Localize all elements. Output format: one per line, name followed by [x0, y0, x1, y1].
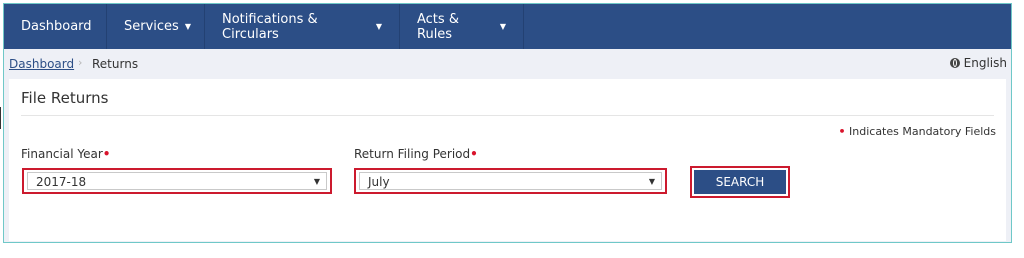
mandatory-note-text: Indicates Mandatory Fields — [849, 125, 996, 138]
breadcrumb-link-dashboard[interactable]: Dashboard — [9, 57, 74, 71]
nav-item-label: Services — [124, 19, 179, 34]
search-button[interactable]: SEARCH — [690, 166, 790, 198]
title-divider — [21, 115, 994, 116]
nav-item-label: Acts & Rules — [417, 11, 459, 42]
return-filing-period-select[interactable]: July ▼ — [354, 168, 667, 194]
nav-item-notifications-circulars[interactable]: Notifications & Circulars ▼ — [205, 4, 400, 49]
required-marker: • — [838, 125, 846, 138]
language-selector[interactable]: English — [949, 56, 1007, 70]
required-marker: • — [102, 147, 111, 161]
breadcrumb-current: Returns — [92, 57, 139, 71]
required-marker: • — [470, 147, 478, 161]
return-filing-period-label: Return Filing Period• — [354, 147, 478, 161]
financial-year-select[interactable]: 2017-18 ▼ — [22, 168, 332, 194]
chevron-down-icon: ▼ — [313, 177, 320, 186]
breadcrumb: Dashboard › Returns English — [4, 49, 1011, 79]
caret-down-icon: ▼ — [499, 22, 506, 31]
app-frame: Dashboard Services ▼ Notifications & Cir… — [3, 3, 1012, 243]
return-filing-period-value: July — [368, 175, 390, 189]
globe-icon — [949, 58, 960, 68]
chevron-down-icon: ▼ — [648, 177, 655, 186]
caret-down-icon: ▼ — [184, 22, 191, 31]
return-filing-period-label-text: Return Filing Period — [354, 147, 471, 161]
caret-down-icon: ▼ — [375, 22, 382, 31]
top-navbar: Dashboard Services ▼ Notifications & Cir… — [4, 4, 1011, 49]
financial-year-label: Financial Year• — [21, 147, 110, 161]
breadcrumb-separator: › — [78, 56, 83, 69]
nav-item-dashboard[interactable]: Dashboard — [4, 4, 107, 49]
left-edge-mark — [0, 107, 1, 129]
nav-item-acts-rules[interactable]: Acts & Rules ▼ — [400, 4, 524, 49]
mandatory-fields-note: • Indicates Mandatory Fields — [838, 125, 996, 138]
financial-year-select-field: 2017-18 ▼ — [27, 172, 327, 190]
nav-item-services[interactable]: Services ▼ — [107, 4, 205, 49]
search-button-label: SEARCH — [694, 170, 786, 194]
return-filing-period-select-field: July ▼ — [359, 172, 662, 190]
nav-item-label: Dashboard — [21, 19, 92, 34]
page-title: File Returns — [21, 89, 109, 107]
nav-item-label: Notifications & Circulars — [222, 11, 318, 42]
file-returns-panel: File Returns • Indicates Mandatory Field… — [9, 79, 1006, 241]
language-label: English — [963, 56, 1007, 70]
financial-year-value: 2017-18 — [36, 175, 87, 189]
financial-year-label-text: Financial Year — [21, 147, 103, 161]
